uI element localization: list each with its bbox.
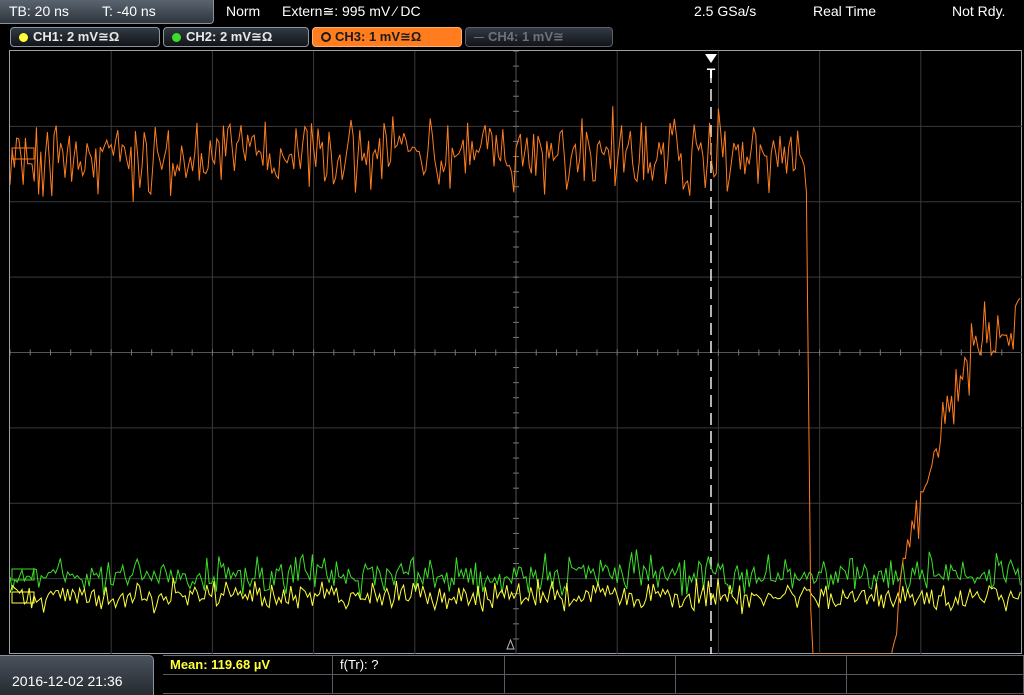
measurement-cell[interactable] — [847, 675, 1024, 694]
datetime: 2016-12-02 21:36 — [12, 673, 123, 689]
horizontal-position-icon — [506, 638, 515, 650]
datetime-panel: 2016-12-02 21:36 — [0, 655, 154, 695]
measurement-mean: Mean: 119.68 µV — [170, 657, 270, 672]
channel-tab-ch4[interactable]: CH4: 1 mV≅ — [465, 27, 613, 47]
acquisition-type: Real Time — [813, 3, 877, 19]
measurement-cell[interactable] — [676, 675, 847, 694]
trigger-marker-icon[interactable]: T — [705, 54, 717, 81]
measurement-cell[interactable] — [333, 675, 505, 694]
trigger-offset-readout[interactable]: T: -40 ns — [102, 0, 156, 24]
channel-label: CH1: 2 mV≅Ω — [33, 29, 120, 44]
sample-rate: 2.5 GSa/s — [694, 3, 757, 19]
channel-label: CH3: 1 mV≅Ω — [335, 29, 422, 44]
measurement-panel[interactable]: Mean: 119.68 µV f(Tr): ? — [163, 655, 1024, 695]
trigger-status: Not Rdy. — [952, 3, 1006, 19]
measurement-cell[interactable] — [505, 656, 676, 675]
channel-ground-markers — [11, 147, 35, 604]
measurement-cell[interactable] — [505, 675, 676, 694]
channel-label: CH2: 2 mV≅Ω — [186, 29, 273, 44]
channel-tab-ch2[interactable]: CH2: 2 mV≅Ω — [163, 27, 309, 47]
channel-label: CH4: 1 mV≅ — [488, 29, 564, 44]
trigger-marker-label: T — [707, 65, 716, 81]
measurement-cell[interactable] — [676, 656, 847, 675]
status-bar: TB: 20 ns T: -40 ns Norm Extern≅: 995 mV… — [0, 0, 1024, 24]
trigger-source[interactable]: Extern≅: 995 mV ⁄ DC — [282, 0, 421, 24]
graticule — [10, 51, 1022, 654]
channel-dot-icon — [321, 32, 331, 42]
channel-tab-ch3[interactable]: CH3: 1 mV≅Ω — [312, 27, 462, 47]
measurement-cell[interactable] — [163, 675, 333, 694]
waveform-display[interactable]: T — [10, 51, 1022, 654]
timebase-readout[interactable]: TB: 20 ns — [9, 0, 69, 24]
acquisition-mode[interactable]: Norm — [226, 0, 260, 24]
measurement-cell[interactable] — [847, 656, 1024, 675]
channel-dot-icon — [19, 33, 28, 42]
measurement-frequency: f(Tr): ? — [340, 657, 379, 672]
waveform-ch2 — [10, 549, 1021, 600]
channel-tab-ch1[interactable]: CH1: 2 mV≅Ω — [10, 27, 160, 47]
channel-dot-icon — [172, 33, 181, 42]
channel-off-icon — [474, 37, 484, 38]
measurement-bar: 2016-12-02 21:36 Mean: 119.68 µV f(Tr): … — [0, 655, 1024, 695]
channel-bar: CH1: 2 mV≅Ω CH2: 2 mV≅Ω CH3: 1 mV≅Ω CH4:… — [0, 26, 1024, 48]
